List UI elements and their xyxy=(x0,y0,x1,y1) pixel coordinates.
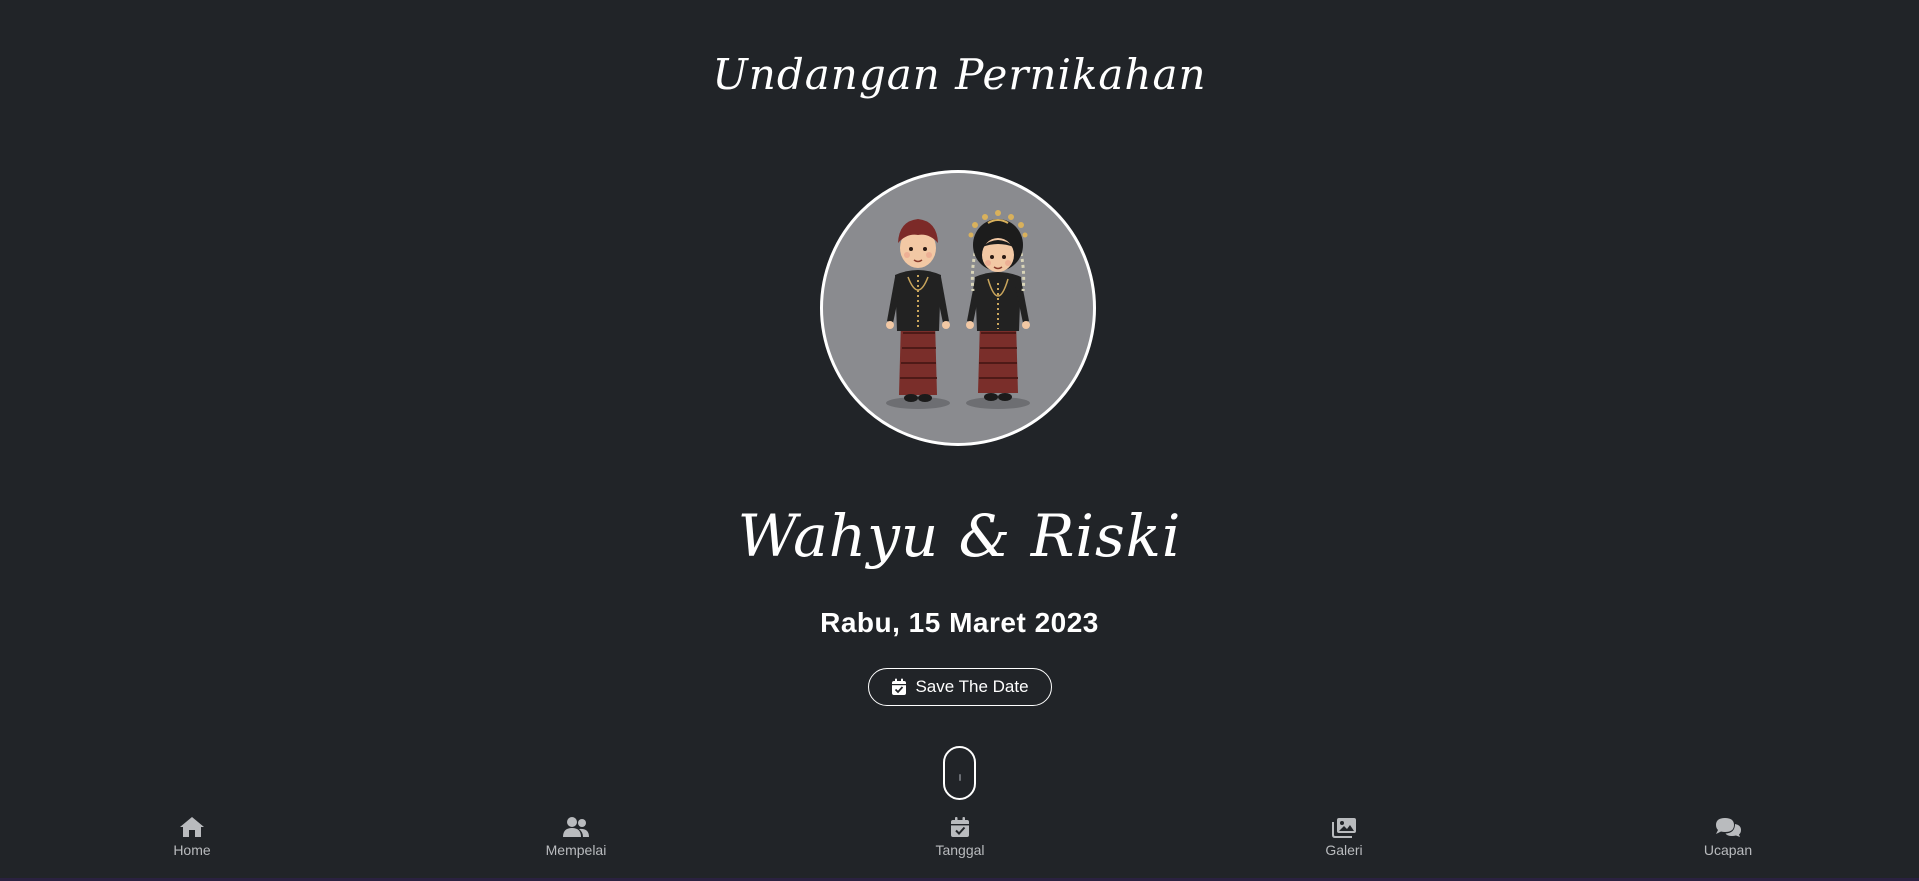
nav-label-ucapan: Ucapan xyxy=(1703,842,1753,858)
bride-figure xyxy=(966,210,1030,401)
nav-label-tanggal: Tanggal xyxy=(935,842,985,858)
nav-item-tanggal[interactable]: Tanggal xyxy=(900,816,1020,858)
nav-item-ucapan[interactable]: Ucapan xyxy=(1668,816,1788,858)
event-date: Rabu, 15 Maret 2023 xyxy=(820,607,1099,638)
groom-figure xyxy=(886,219,950,402)
bottom-navigation: Home Mempelai Tanggal Galeri Ucapan xyxy=(0,812,1919,881)
users-icon xyxy=(562,816,590,838)
calendar-check-icon xyxy=(950,816,970,838)
nav-label-galeri: Galeri xyxy=(1325,842,1363,858)
couple-illustration xyxy=(820,170,1096,446)
images-icon xyxy=(1331,816,1357,838)
scroll-wheel-dot xyxy=(959,774,961,781)
nav-label-home: Home xyxy=(173,842,211,858)
save-the-date-label: Save The Date xyxy=(915,677,1029,696)
nav-label-mempelai: Mempelai xyxy=(545,842,607,858)
couple-names: Wahyu & Riski xyxy=(737,502,1182,570)
nav-item-mempelai[interactable]: Mempelai xyxy=(516,816,636,858)
page-title: Undangan Pernikahan xyxy=(712,50,1207,99)
calendar-check-icon xyxy=(891,678,907,696)
home-icon xyxy=(179,816,205,838)
nav-item-galeri[interactable]: Galeri xyxy=(1284,816,1404,858)
scroll-down-indicator[interactable] xyxy=(943,746,976,800)
invitation-page: Undangan Pernikahan Wahyu & Riski Rabu, … xyxy=(0,0,1919,881)
comments-icon xyxy=(1714,816,1742,838)
couple-cartoon-image xyxy=(886,210,1030,409)
save-the-date-button[interactable]: Save The Date xyxy=(868,668,1052,706)
nav-item-home[interactable]: Home xyxy=(132,816,252,858)
